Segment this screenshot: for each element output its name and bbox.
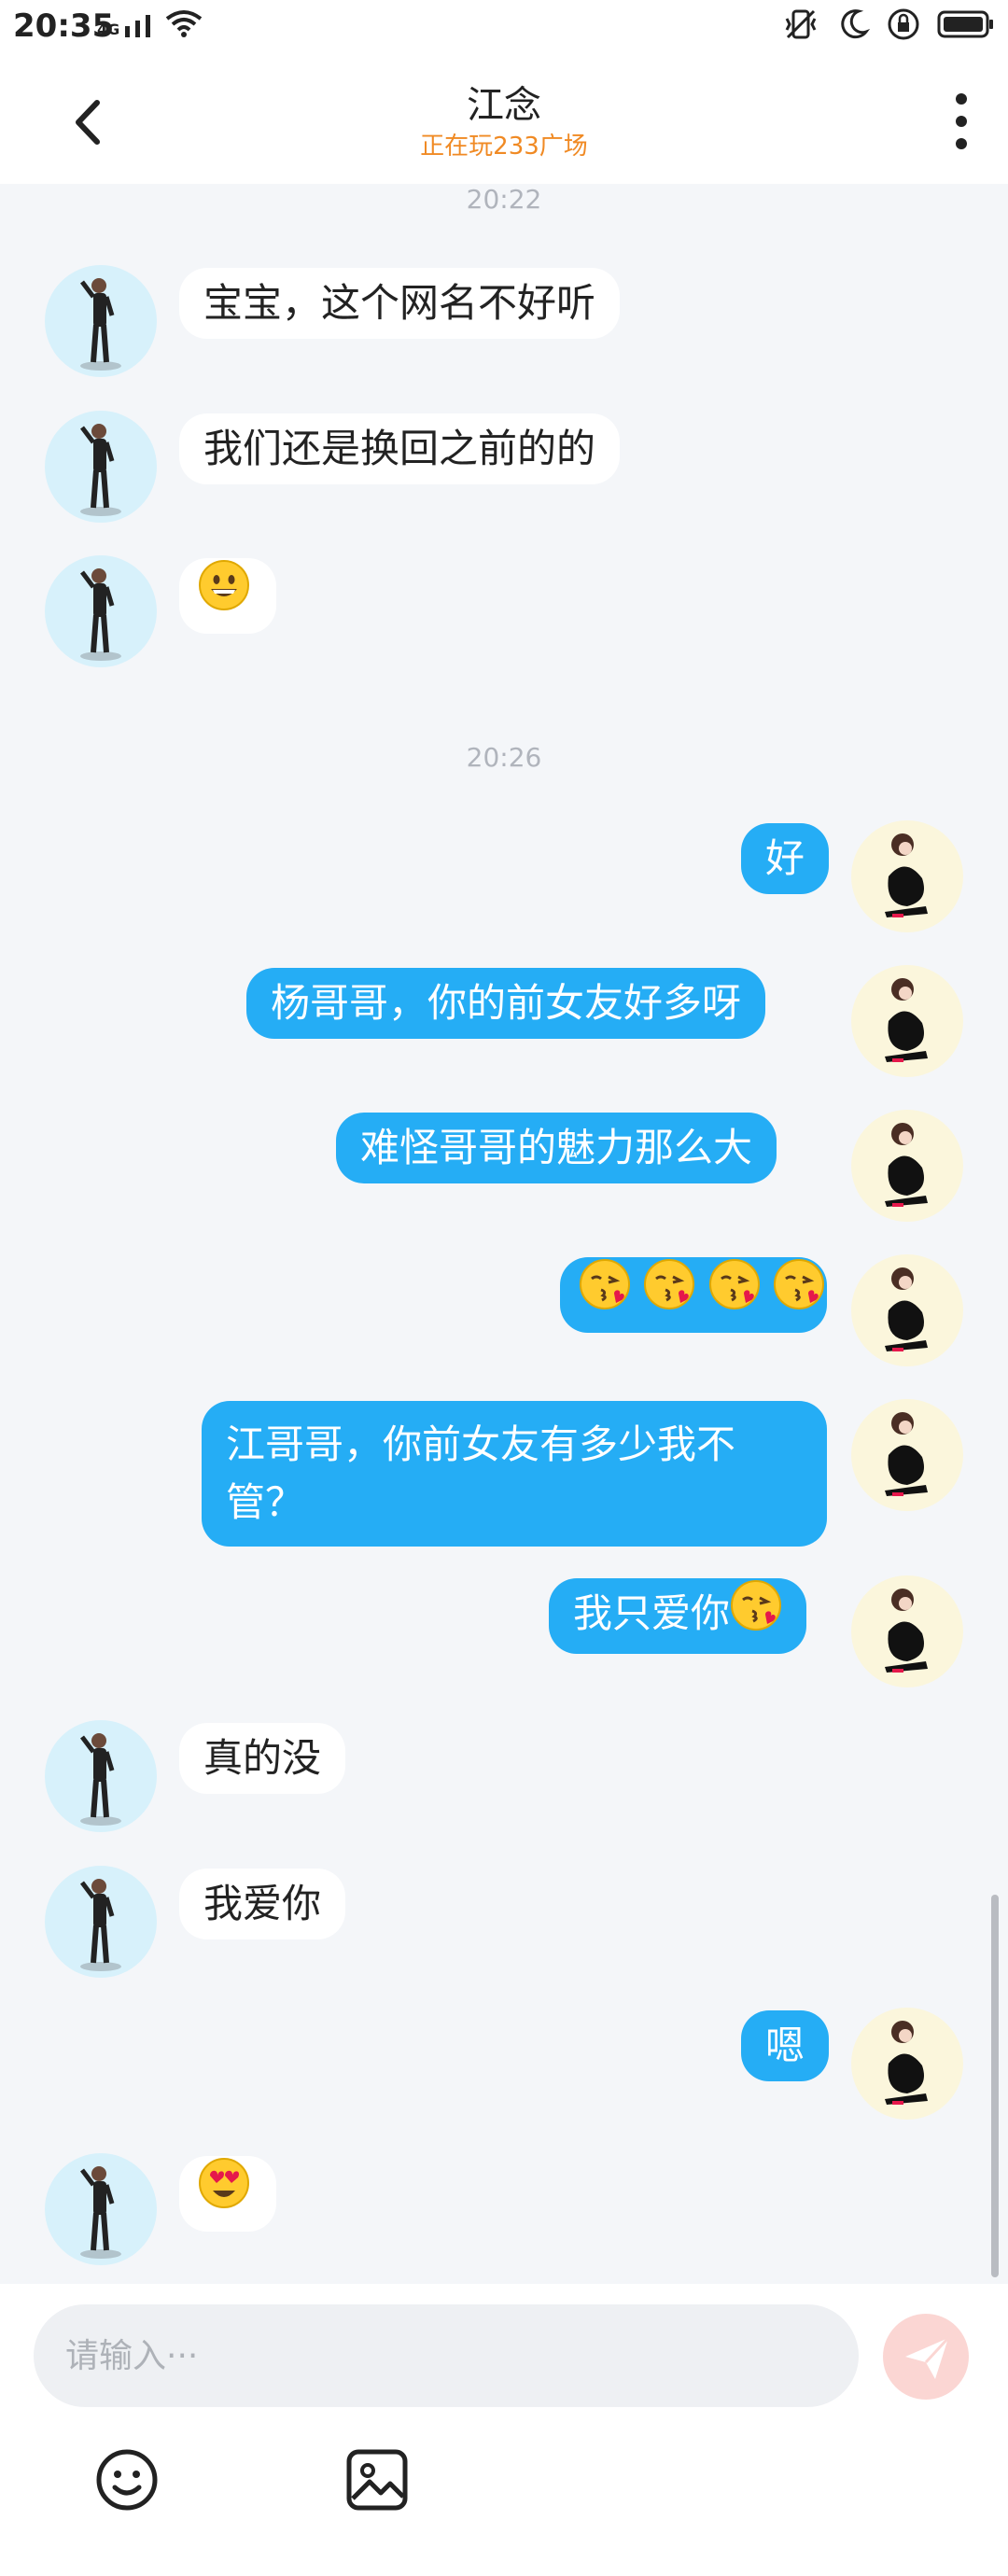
incoming-message[interactable] [179, 558, 276, 634]
moon-icon [841, 9, 870, 39]
emoji-kiss [643, 1258, 695, 1333]
emoji-kiss [708, 1258, 761, 1333]
my-avatar[interactable] [851, 1254, 963, 1366]
emoji-kiss [730, 1579, 782, 1654]
incoming-message[interactable] [179, 2156, 276, 2232]
contact-avatar[interactable] [45, 411, 157, 523]
smiley-icon [96, 2449, 158, 2511]
vibrate-icon [785, 9, 817, 39]
outgoing-message[interactable]: 我只爱你 [549, 1578, 807, 1654]
my-avatar[interactable] [851, 1399, 963, 1511]
outgoing-message[interactable]: 嗯 [741, 2010, 830, 2081]
contact-avatar[interactable] [45, 2153, 157, 2265]
incoming-message[interactable]: 真的没 [179, 1723, 346, 1794]
network-type: 4G [97, 21, 120, 38]
contact-avatar[interactable] [45, 555, 157, 667]
outgoing-message[interactable]: 杨哥哥，你的前女友好多呀 [246, 968, 766, 1039]
chat-header: 江念 正在玩233广场 [0, 56, 1008, 184]
send-button[interactable] [883, 2314, 969, 2400]
battery-icon [937, 10, 993, 38]
send-icon [905, 2336, 950, 2379]
outgoing-message[interactable] [560, 1257, 827, 1333]
outgoing-message[interactable]: 好 [741, 823, 830, 894]
contact-avatar[interactable] [45, 1720, 157, 1832]
lock-rotation-icon [888, 8, 919, 40]
emoji-heart-eyes [198, 2157, 250, 2232]
signal-icon: 4G [97, 9, 203, 37]
contact-avatar[interactable] [45, 265, 157, 377]
emoji-grin [198, 559, 250, 634]
contact-avatar[interactable] [45, 1866, 157, 1978]
wifi-icon [166, 10, 203, 37]
incoming-message[interactable]: 我爱你 [179, 1869, 346, 1939]
composer [0, 2284, 1008, 2576]
chat-title: 江念 [467, 84, 541, 127]
status-bar: 20:35 4G [0, 0, 1008, 56]
outgoing-message[interactable]: 江哥哥，你前女友有多少我不管？ [202, 1401, 827, 1547]
chat-status: 正在玩233广场 [420, 133, 588, 161]
more-button[interactable] [915, 84, 1008, 159]
incoming-message[interactable]: 宝宝，这个网名不好听 [179, 268, 621, 339]
my-avatar[interactable] [851, 1110, 963, 1222]
emoji-kiss [773, 1258, 825, 1333]
message-list[interactable]: 20:22 宝宝，这个网名不好听 我们还是换回之前的的 20:26 好 杨哥哥，… [0, 184, 1008, 2284]
timestamp: 20:22 [466, 184, 542, 215]
my-avatar[interactable] [851, 2008, 963, 2120]
outgoing-message[interactable]: 难怪哥哥的魅力那么大 [336, 1113, 777, 1183]
more-vertical-icon [956, 93, 967, 149]
my-avatar[interactable] [851, 965, 963, 1077]
emoji-button[interactable] [90, 2443, 164, 2517]
emoji-kiss [579, 1258, 631, 1333]
message-input[interactable] [34, 2304, 859, 2407]
incoming-message[interactable]: 我们还是换回之前的的 [179, 413, 621, 484]
message-text: 我只爱你 [573, 1590, 731, 1636]
scrollbar[interactable] [991, 1895, 999, 2277]
timestamp: 20:26 [466, 742, 542, 773]
image-icon [346, 2449, 408, 2511]
my-avatar[interactable] [851, 1575, 963, 1687]
my-avatar[interactable] [851, 820, 963, 932]
image-button[interactable] [340, 2443, 414, 2517]
